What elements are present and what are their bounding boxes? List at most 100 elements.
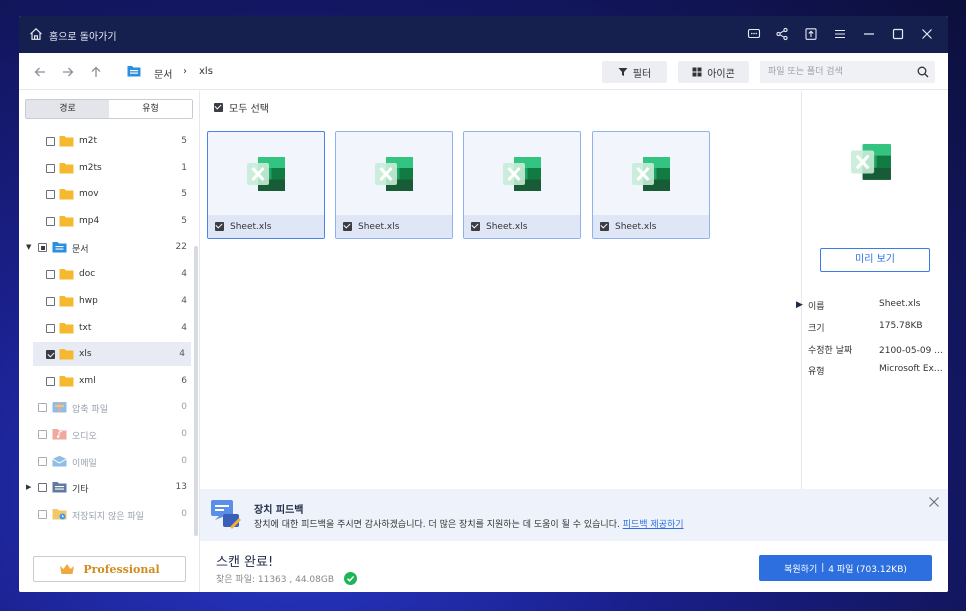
professional-label: Professional	[83, 562, 160, 576]
email-icon	[52, 455, 67, 467]
close-icon[interactable]	[920, 27, 934, 41]
info-row-name: ▶ 이름 Sheet.xls	[796, 299, 948, 315]
preview-button[interactable]: 미리 보기	[820, 248, 930, 272]
expand-caret-icon[interactable]: ▼	[26, 243, 31, 251]
tree-item-xls[interactable]: xls 4	[33, 342, 191, 366]
close-icon[interactable]	[928, 496, 940, 508]
forward-arrow-icon[interactable]	[61, 65, 75, 79]
checkbox[interactable]	[38, 510, 47, 519]
checkbox-checked[interactable]	[471, 222, 480, 231]
tree-item-doc[interactable]: doc 4	[19, 262, 193, 286]
recover-button[interactable]: 복원하기 | 4 파일 (703.12KB)	[759, 555, 932, 581]
tree-item-txt[interactable]: txt 4	[19, 316, 193, 340]
feedback-message: 장치에 대한 피드백을 주시면 감사하겠습니다. 더 많은 장치를 지원하는 데…	[254, 520, 620, 530]
breadcrumb-xls[interactable]: xls	[199, 66, 213, 77]
share-icon[interactable]	[775, 27, 789, 41]
checkbox[interactable]	[46, 217, 55, 226]
select-all-label: 모두 선택	[229, 104, 269, 115]
tree-item-label: xls	[79, 349, 92, 359]
tree-item-email[interactable]: 이메일 0	[19, 449, 193, 473]
home-link[interactable]: 홈으로 돌아가기	[49, 28, 117, 43]
checkbox[interactable]	[38, 430, 47, 439]
menu-icon[interactable]	[833, 27, 847, 41]
folder-icon	[59, 269, 74, 280]
tree-item-others[interactable]: ▶ 기타 13	[19, 475, 193, 499]
file-tile-footer: Sheet.xls	[593, 215, 709, 238]
maximize-icon[interactable]	[891, 27, 905, 41]
tree-item-m2t[interactable]: m2t 5	[19, 129, 193, 153]
checkbox[interactable]	[38, 483, 47, 492]
tree-item-count: 1	[181, 163, 187, 173]
tree-item-label: 문서	[72, 245, 89, 255]
search-icon[interactable]	[917, 66, 929, 78]
expand-caret-icon[interactable]: ▶	[26, 483, 31, 491]
info-key: 크기	[808, 324, 825, 334]
checkbox-checked[interactable]	[215, 222, 224, 231]
minimize-icon[interactable]	[862, 27, 876, 41]
file-name: Sheet.xls	[486, 221, 528, 232]
checkbox-checked[interactable]	[600, 222, 609, 231]
tree-item-mov[interactable]: mov 5	[19, 182, 193, 206]
view-mode-button[interactable]: 아이콘	[678, 61, 749, 83]
tree-item-archives[interactable]: 압축 파일 0	[19, 395, 193, 419]
checkbox[interactable]	[46, 164, 55, 173]
tree-item-documents[interactable]: ▼ 문서 22	[19, 235, 193, 259]
home-icon[interactable]	[29, 27, 43, 41]
file-tile[interactable]: Sheet.xls	[335, 131, 453, 239]
give-feedback-link[interactable]: 피드백 제공하기	[623, 520, 684, 530]
tree-item-mp4[interactable]: mp4 5	[19, 209, 193, 233]
tree-item-audio[interactable]: 오디오 0	[19, 422, 193, 446]
documents-folder-icon	[127, 66, 141, 77]
file-tile[interactable]: Sheet.xls	[463, 131, 581, 239]
checkbox-checked[interactable]	[46, 350, 55, 359]
breadcrumb-documents[interactable]: 문서	[154, 66, 172, 81]
checkbox-checked[interactable]	[343, 222, 352, 231]
professional-upgrade-button[interactable]: Professional	[33, 556, 186, 582]
checkbox[interactable]	[38, 243, 47, 252]
search-input[interactable]	[760, 61, 910, 83]
recover-count: 4 파일 (703.12KB)	[828, 564, 907, 575]
file-name: Sheet.xls	[615, 221, 657, 232]
sidebar-scrollbar[interactable]	[194, 246, 198, 536]
checkbox[interactable]	[46, 270, 55, 279]
checkbox-checked	[214, 103, 223, 112]
tree-item-label: 이메일	[72, 459, 97, 469]
tab-type[interactable]: 유형	[109, 100, 192, 118]
tree-item-unsaved-files[interactable]: 저장되지 않은 파일 0	[19, 502, 193, 526]
tree-item-label: hwp	[79, 296, 98, 306]
upload-icon[interactable]	[804, 27, 818, 41]
file-tile[interactable]: Sheet.xls	[207, 131, 325, 239]
excel-file-icon	[375, 157, 413, 191]
info-caret-icon: ▶	[796, 300, 803, 310]
up-arrow-icon[interactable]	[89, 65, 103, 79]
tree-item-label: 오디오	[72, 432, 97, 442]
checkbox[interactable]	[46, 190, 55, 199]
feedback-title: 장치 피드백	[254, 505, 304, 516]
archive-icon	[52, 402, 67, 413]
checkbox[interactable]	[46, 297, 55, 306]
checkbox[interactable]	[46, 137, 55, 146]
view-mode-label: 아이콘	[707, 68, 735, 80]
filter-button[interactable]: 필터	[602, 61, 667, 83]
tree-item-m2ts[interactable]: m2ts 1	[19, 156, 193, 180]
chat-icon[interactable]	[747, 27, 761, 41]
checkbox[interactable]	[46, 377, 55, 386]
info-key: 수정한 날짜	[808, 346, 853, 356]
file-tile[interactable]: Sheet.xls	[592, 131, 710, 239]
tree-item-xml[interactable]: xml 6	[19, 369, 193, 393]
app-window: 홈으로 돌아가기 문서 › xls 필터 아이콘 파일 또는 폴더 검색 경로 …	[19, 16, 948, 592]
back-arrow-icon[interactable]	[33, 65, 47, 79]
filter-label: 필터	[632, 68, 652, 80]
tab-path[interactable]: 경로	[26, 100, 109, 118]
tree-item-hwp[interactable]: hwp 4	[19, 289, 193, 313]
documents-folder-icon	[52, 242, 67, 253]
checkbox[interactable]	[38, 457, 47, 466]
checkbox[interactable]	[46, 324, 55, 333]
info-row-modified: 수정한 날짜 2100-05-09 오후 12:00	[808, 343, 948, 359]
checkbox[interactable]	[38, 403, 47, 412]
tree-item-count: 4	[179, 349, 185, 359]
select-all-checkbox[interactable]: 모두 선택	[214, 100, 269, 115]
recover-label: 복원하기	[784, 564, 818, 575]
excel-file-icon	[851, 144, 891, 180]
file-name: Sheet.xls	[358, 221, 400, 232]
